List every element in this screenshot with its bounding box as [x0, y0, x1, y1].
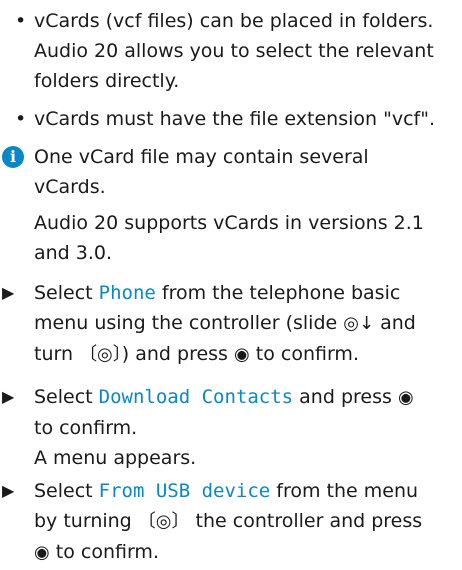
bullet-dot: • — [15, 108, 27, 130]
controller-press-icon: ◉ — [234, 344, 250, 365]
controller-turn-icon: 〔◎〕 — [137, 511, 190, 532]
step-arrow-icon: ▶ — [2, 387, 15, 406]
menu-item-phone: Phone — [98, 282, 156, 304]
controller-press-icon: ◉ — [34, 542, 50, 563]
info-icon: i — [2, 146, 24, 168]
menu-item-download-contacts: Download Contacts — [98, 386, 294, 408]
controller-press-icon: ◉ — [397, 387, 414, 408]
step-from-usb-device: ▶ Select From USB device from the menu b… — [0, 476, 462, 568]
bullet-dot: • — [15, 10, 27, 32]
info-note: i One vCard file may contain several vCa… — [0, 142, 462, 268]
bullet-list: • vCards (vcf files) can be placed in fo… — [0, 6, 462, 134]
controller-slide-icon: ◎↓ — [343, 313, 375, 334]
bullet-vcard-folders: • vCards (vcf files) can be placed in fo… — [0, 6, 462, 96]
step-download-contacts: ▶ Select Download Contacts and press ◉ t… — [0, 382, 462, 473]
step-arrow-icon: ▶ — [2, 481, 15, 500]
bullet-vcf-extension: • vCards must have the file extension "v… — [0, 104, 462, 134]
manual-page: • vCards (vcf files) can be placed in fo… — [0, 0, 462, 570]
step-select-phone: ▶ Select Phone from the telephone basic … — [0, 278, 462, 370]
controller-turn-icon: 〔◎〕 — [79, 344, 122, 365]
step-arrow-icon: ▶ — [2, 283, 15, 302]
menu-item-from-usb-device: From USB device — [98, 480, 271, 502]
